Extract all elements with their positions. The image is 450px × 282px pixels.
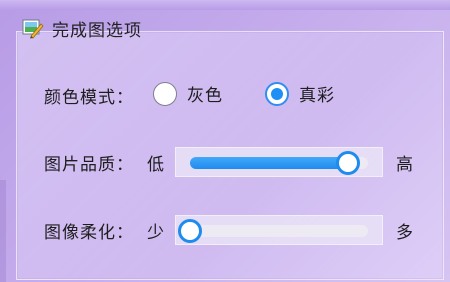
color-mode-label: 颜色模式：	[44, 88, 134, 108]
blur-slider-track[interactable]	[178, 219, 368, 243]
radio-gray-circle[interactable]	[153, 81, 177, 106]
quality-min-label: 低	[147, 155, 164, 175]
quality-max-label: 高	[396, 155, 413, 175]
radio-truecolor-circle[interactable]	[265, 81, 289, 106]
window-top-strip	[0, 0, 450, 10]
group-title: 完成图选项	[52, 20, 142, 41]
radio-gray-label: 灰色	[187, 86, 223, 106]
radio-truecolor[interactable]: 真彩	[265, 81, 335, 106]
blur-label: 图像柔化：	[44, 223, 134, 243]
quality-slider-thumb[interactable]	[336, 151, 361, 175]
quality-label: 图片品质：	[44, 155, 134, 175]
group-header: 完成图选项	[22, 16, 142, 41]
window-left-edge	[0, 180, 6, 282]
blur-max-label: 多	[396, 223, 413, 243]
quality-slider-fill	[190, 157, 349, 169]
quality-slider-track[interactable]	[190, 151, 368, 175]
radio-truecolor-label: 真彩	[299, 86, 335, 106]
edit-picture-icon	[22, 17, 44, 39]
blur-slider[interactable]	[175, 215, 383, 245]
radio-gray[interactable]: 灰色	[153, 81, 223, 106]
quality-slider[interactable]	[175, 147, 383, 177]
blur-min-label: 少	[147, 223, 164, 243]
blur-slider-thumb[interactable]	[178, 219, 202, 243]
